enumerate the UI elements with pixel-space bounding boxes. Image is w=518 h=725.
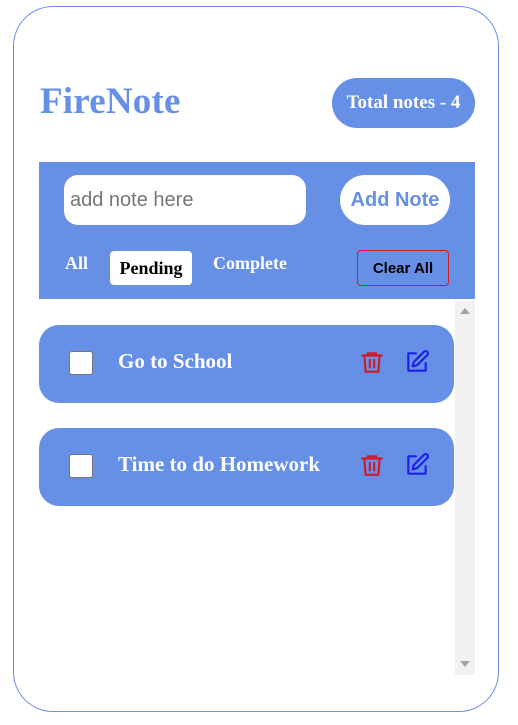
note-text: Go to School xyxy=(118,349,233,373)
scroll-up-arrow-icon[interactable] xyxy=(460,308,470,314)
note-item: Time to do Homework xyxy=(39,428,454,506)
app-title: FireNote xyxy=(40,81,181,122)
controls-panel: Add Note All Pending Complete Clear All xyxy=(39,162,475,299)
filter-pending[interactable]: Pending xyxy=(110,251,192,285)
note-checkbox[interactable] xyxy=(69,454,93,478)
add-note-button[interactable]: Add Note xyxy=(340,175,450,225)
note-item: Go to School xyxy=(39,325,454,403)
notes-list: Go to School Time to do Homework xyxy=(39,299,475,675)
note-input[interactable] xyxy=(64,175,306,225)
pencil-edit-icon[interactable] xyxy=(404,349,430,375)
clear-all-button[interactable]: Clear All xyxy=(357,250,449,286)
pencil-edit-icon[interactable] xyxy=(404,452,430,478)
note-text: Time to do Homework xyxy=(118,452,321,476)
trash-icon[interactable] xyxy=(359,452,385,478)
total-notes-badge: Total notes - 4 xyxy=(332,78,475,128)
scroll-down-arrow-icon[interactable] xyxy=(460,661,470,667)
note-checkbox[interactable] xyxy=(69,351,93,375)
trash-icon[interactable] xyxy=(359,349,385,375)
filter-all[interactable]: All xyxy=(65,253,88,274)
filter-complete[interactable]: Complete xyxy=(213,253,287,274)
notes-scrollbar[interactable] xyxy=(455,301,475,675)
